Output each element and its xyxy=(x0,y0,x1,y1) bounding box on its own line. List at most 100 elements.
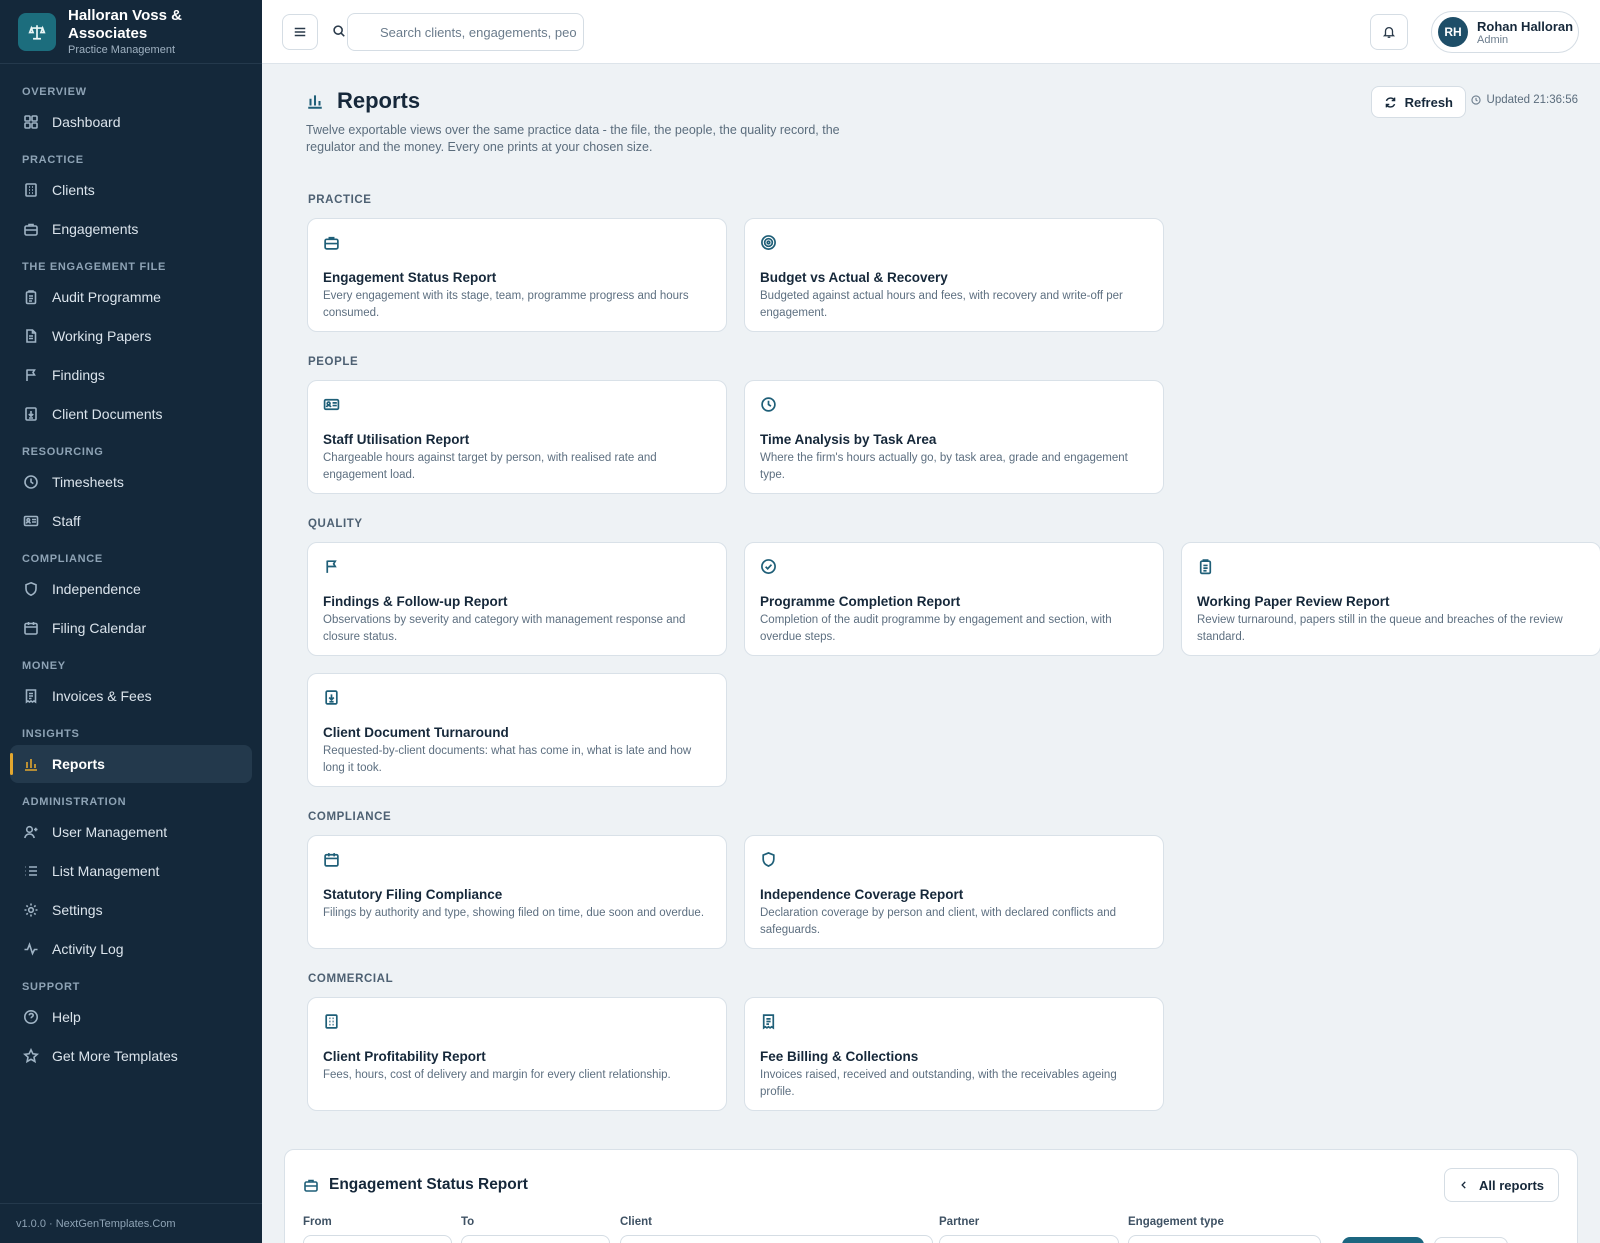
sidebar-item-dashboard[interactable]: Dashboard xyxy=(10,103,252,141)
bar-chart-icon xyxy=(307,94,323,109)
sidebar-item-client-documents[interactable]: Client Documents xyxy=(10,395,252,433)
report-card-title: Client Profitability Report xyxy=(323,1049,486,1064)
nav-section-label: COMPLIANCE xyxy=(22,553,103,565)
report-card-description: Review turnaround, papers still in the q… xyxy=(1197,614,1563,643)
report-section-label: COMMERCIAL xyxy=(308,973,394,985)
report-card-description: Budgeted against actual hours and fees, … xyxy=(760,290,1123,319)
report-card[interactable]: Client Document Turnaround Requested-by-c… xyxy=(307,673,727,787)
report-card-description: Chargeable hours against target by perso… xyxy=(323,452,657,481)
sidebar-item-staff[interactable]: Staff xyxy=(10,502,252,540)
report-card-description: Fees, hours, cost of delivery and margin… xyxy=(323,1069,671,1081)
sidebar-item-clients[interactable]: Clients xyxy=(10,171,252,209)
nav-section-label: THE ENGAGEMENT FILE xyxy=(22,261,167,273)
nav-section-label: SUPPORT xyxy=(22,981,81,993)
sidebar-item-get-more-templates[interactable]: Get More Templates xyxy=(10,1037,252,1075)
all-reports-button[interactable]: All reports xyxy=(1443,1168,1559,1202)
report-card-title: Statutory Filing Compliance xyxy=(323,887,503,902)
page-title: Reports xyxy=(337,88,421,113)
target-icon xyxy=(761,235,776,250)
refresh-label: Refresh xyxy=(1404,94,1453,110)
report-section: COMMERCIAL Client Profitability Report Fee… xyxy=(284,973,1578,1111)
report-section: PEOPLE Staff Utilisation Report Chargeable… xyxy=(284,356,1578,494)
filter-client-label: Client xyxy=(620,1216,652,1228)
partner-select[interactable] xyxy=(939,1235,1119,1243)
refresh-button[interactable]: Refresh xyxy=(1370,86,1466,118)
report-card[interactable]: Budget vs Actual & Recovery Budgeted agai… xyxy=(744,218,1164,332)
sidebar-item-timesheets[interactable]: Timesheets xyxy=(10,463,252,501)
reset-filters-button[interactable] xyxy=(1434,1237,1508,1243)
sidebar-item-label: Invoices & Fees xyxy=(52,688,152,704)
report-card-grid: Engagement Status Report Every engagement… xyxy=(307,218,1600,332)
report-card[interactable]: Programme Completion Report Completion of… xyxy=(744,542,1164,656)
notifications-button[interactable] xyxy=(1370,14,1408,50)
nav-section-label: PRACTICE xyxy=(22,154,84,166)
briefcase-icon xyxy=(24,223,38,236)
sidebar-item-label: Audit Programme xyxy=(52,289,161,305)
report-card[interactable]: Independence Coverage Report Declaration … xyxy=(744,835,1164,949)
sidebar-item-label: Engagements xyxy=(52,221,139,237)
id-card-icon xyxy=(323,398,340,411)
building-icon xyxy=(325,1014,338,1029)
sidebar-item-list-management[interactable]: List Management xyxy=(10,852,252,890)
nav-section-label: MONEY xyxy=(22,660,66,672)
sidebar-item-filing-calendar[interactable]: Filing Calendar xyxy=(10,609,252,647)
list-icon xyxy=(24,866,38,876)
report-card-grid: Staff Utilisation Report Chargeable hours… xyxy=(307,380,1600,494)
report-card[interactable]: Findings & Follow-up Report Observations … xyxy=(307,542,727,656)
sidebar-nav: OVERVIEW Dashboard PRACTICE Clients Engageme… xyxy=(0,64,262,1075)
engagement-type-select[interactable] xyxy=(1128,1235,1321,1243)
sidebar-item-user-management[interactable]: User Management xyxy=(10,813,252,851)
search-input[interactable] xyxy=(347,13,584,51)
grid-icon xyxy=(24,115,38,129)
report-card[interactable]: Working Paper Review Report Review turnar… xyxy=(1181,542,1600,656)
report-card-title: Engagement Status Report xyxy=(323,270,497,285)
report-card-title: Findings & Follow-up Report xyxy=(323,594,508,609)
help-icon xyxy=(23,1009,39,1025)
sidebar-item-engagements[interactable]: Engagements xyxy=(10,210,252,248)
sidebar-item-activity-log[interactable]: Activity Log xyxy=(10,930,252,968)
id-card-icon xyxy=(23,515,39,527)
user-icon xyxy=(23,825,39,839)
filter-from-label: From xyxy=(303,1216,332,1228)
report-card-description: Requested-by-client documents: what has … xyxy=(323,745,692,774)
report-card-description: Completion of the audit programme by eng… xyxy=(760,614,1112,643)
brand[interactable]: Halloran Voss & Associates Practice Mana… xyxy=(0,0,262,64)
sidebar-item-settings[interactable]: Settings xyxy=(10,891,252,929)
sidebar-item-reports[interactable]: Reports xyxy=(10,745,252,783)
user-menu[interactable]: RH Rohan Halloran Admin xyxy=(1431,11,1579,53)
brand-name: Halloran Voss & Associates xyxy=(68,7,182,42)
report-card[interactable]: Time Analysis by Task Area Where the firm… xyxy=(744,380,1164,494)
menu-toggle-button[interactable] xyxy=(282,14,318,50)
briefcase-icon xyxy=(304,1179,318,1192)
sidebar-item-independence[interactable]: Independence xyxy=(10,570,252,608)
all-reports-label: All reports xyxy=(1478,1177,1544,1193)
run-report-button[interactable] xyxy=(1342,1237,1424,1243)
report-card-grid: Statutory Filing Compliance Filings by au… xyxy=(307,835,1600,949)
hamburger-icon xyxy=(294,27,306,37)
report-section-label: COMPLIANCE xyxy=(308,811,392,823)
sidebar-item-label: Dashboard xyxy=(52,114,121,130)
sidebar-item-audit-programme[interactable]: Audit Programme xyxy=(10,278,252,316)
report-card-description: Observations by severity and category wi… xyxy=(323,614,686,643)
to-date-input[interactable] xyxy=(461,1235,610,1243)
chevron-left-icon xyxy=(1461,1181,1466,1189)
detail-title: Engagement Status Report xyxy=(329,1176,528,1193)
sidebar-item-help[interactable]: Help xyxy=(10,998,252,1036)
sidebar-item-invoices-fees[interactable]: Invoices & Fees xyxy=(10,677,252,715)
report-card-description: Invoices raised, received and outstandin… xyxy=(760,1069,1117,1098)
sidebar-item-label: List Management xyxy=(52,863,160,879)
client-select[interactable] xyxy=(620,1235,933,1243)
report-card[interactable]: Fee Billing & Collections Invoices raised… xyxy=(744,997,1164,1111)
sidebar-item-label: Timesheets xyxy=(52,474,124,490)
clipboard-icon xyxy=(1199,559,1212,575)
from-date-input[interactable] xyxy=(303,1235,452,1243)
report-card[interactable]: Engagement Status Report Every engagement… xyxy=(307,218,727,332)
sidebar-item-findings[interactable]: Findings xyxy=(10,356,252,394)
sidebar-item-label: Working Papers xyxy=(52,328,152,344)
report-card[interactable]: Client Profitability Report Fees, hours, … xyxy=(307,997,727,1111)
sidebar-item-label: Clients xyxy=(52,182,95,198)
report-card[interactable]: Statutory Filing Compliance Filings by au… xyxy=(307,835,727,949)
report-card-description: Declaration coverage by person and clien… xyxy=(760,907,1117,936)
sidebar-item-working-papers[interactable]: Working Papers xyxy=(10,317,252,355)
report-card[interactable]: Staff Utilisation Report Chargeable hours… xyxy=(307,380,727,494)
